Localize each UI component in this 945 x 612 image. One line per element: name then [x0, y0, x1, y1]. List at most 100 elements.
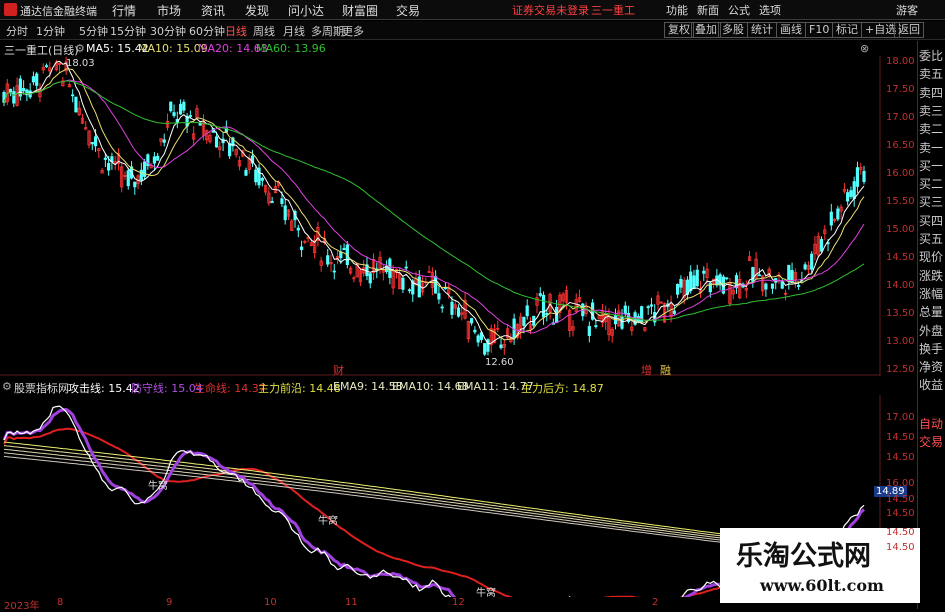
- close-chart-icon[interactable]: ⊗: [860, 42, 869, 55]
- menu-item-formula[interactable]: 公式: [728, 2, 750, 18]
- candle: [319, 256, 323, 272]
- f10-button[interactable]: F10: [805, 22, 834, 38]
- menu-item-news[interactable]: 资讯: [201, 2, 225, 19]
- side-panel-item: 总量: [919, 305, 944, 320]
- candle: [489, 324, 493, 353]
- candle: [178, 99, 183, 116]
- candle: [427, 265, 431, 274]
- candle: [218, 141, 222, 158]
- x-label-feb: 2: [652, 597, 659, 608]
- candle: [846, 188, 850, 206]
- period-1min[interactable]: 1分钟: [36, 23, 65, 39]
- mark-button[interactable]: 标记: [832, 22, 862, 38]
- price-axis-label: 14.50: [886, 252, 915, 263]
- price-axis-label: 12.50: [886, 364, 915, 375]
- period-more[interactable]: 更多: [342, 23, 364, 39]
- candle: [349, 266, 353, 276]
- price-axis-label: 13.50: [886, 308, 915, 319]
- indicator-settings-icon[interactable]: ⚙: [2, 380, 12, 393]
- settings-icon[interactable]: ⚙: [75, 42, 85, 55]
- candle: [473, 326, 477, 335]
- candle: [263, 184, 268, 196]
- candle: [273, 180, 278, 194]
- candle: [116, 148, 121, 171]
- menu-item-quotes[interactable]: 行情: [112, 2, 136, 19]
- candle: [849, 186, 853, 199]
- finance-mark[interactable]: 财: [333, 362, 344, 378]
- candle: [152, 152, 157, 171]
- candle: [842, 183, 846, 194]
- menu-item-market[interactable]: 市场: [157, 2, 181, 19]
- period-multi[interactable]: 多周期: [311, 23, 344, 39]
- candle: [244, 167, 248, 177]
- candle: [453, 301, 457, 315]
- candle: [676, 283, 680, 299]
- candlestick-chart[interactable]: [0, 56, 915, 376]
- candle: [420, 276, 425, 296]
- period-weekly[interactable]: 周线: [253, 23, 275, 39]
- menu-item-layout[interactable]: 新面: [697, 2, 719, 18]
- margin-mark[interactable]: 融: [660, 362, 671, 378]
- menu-item-function[interactable]: 功能: [666, 2, 688, 18]
- draw-button[interactable]: 画线: [776, 22, 806, 38]
- candle: [335, 250, 340, 265]
- candle: [267, 186, 271, 206]
- candle: [228, 138, 232, 159]
- back-button[interactable]: 返回: [894, 22, 924, 38]
- side-panel-item: 自动: [919, 416, 944, 431]
- candle: [852, 176, 856, 207]
- candle: [136, 174, 140, 190]
- login-status[interactable]: 证券交易未登录: [512, 2, 589, 18]
- candle: [803, 261, 807, 271]
- candle: [679, 275, 683, 294]
- candle: [829, 203, 833, 231]
- user-label[interactable]: 游客: [896, 2, 918, 18]
- indicator-axis-label: 17.00: [886, 412, 915, 423]
- candle: [290, 218, 294, 231]
- candle: [250, 149, 255, 167]
- candle: [38, 82, 42, 103]
- increase-mark[interactable]: 增: [641, 362, 652, 378]
- candle: [816, 232, 820, 259]
- candle: [31, 71, 36, 86]
- candle: [84, 120, 88, 131]
- period-15min[interactable]: 15分钟: [110, 23, 146, 39]
- period-60min[interactable]: 60分钟: [189, 23, 225, 39]
- period-timeshare[interactable]: 分时: [6, 23, 28, 39]
- candle: [57, 61, 62, 73]
- menu-item-discover[interactable]: 发现: [245, 2, 269, 19]
- x-label-sep: 9: [166, 597, 173, 608]
- side-panel-item: 买三: [919, 195, 944, 210]
- side-panel-item: 买五: [919, 232, 944, 246]
- period-daily[interactable]: 日线: [225, 23, 247, 39]
- candle: [368, 272, 372, 289]
- candle: [326, 248, 330, 268]
- candle: [15, 77, 19, 107]
- quote-side-panel: 委比 卖五 卖四 卖三 卖二 卖一 买一 买二 买三 买四 买五 现价 涨跌 涨幅 总量 外盘 换手 净资 收益 自动…: [917, 41, 945, 609]
- candle: [162, 133, 166, 147]
- candle: [541, 291, 546, 325]
- candle: [44, 63, 49, 68]
- indicator-axis-label: 14.50: [886, 452, 915, 463]
- menu-item-trade[interactable]: 交易: [396, 2, 420, 19]
- period-monthly[interactable]: 月线: [283, 23, 305, 39]
- menu-item-ask[interactable]: 问小达: [288, 2, 324, 19]
- candle: [734, 272, 739, 294]
- menu-item-wealth[interactable]: 财富圈: [342, 2, 378, 19]
- multi-stock-button[interactable]: 多股: [718, 22, 748, 38]
- candle: [499, 337, 503, 350]
- ma-info-bar: 三一重工(日线) ⚙ MA5: 15.42 MA10: 15.09 MA20: …: [0, 41, 880, 57]
- period-5min[interactable]: 5分钟: [79, 23, 108, 39]
- candle: [519, 312, 523, 339]
- stats-button[interactable]: 统计: [747, 22, 777, 38]
- overlay-button[interactable]: 叠加: [691, 22, 721, 38]
- candle: [35, 72, 39, 90]
- indicator-axis-label: 14.50: [886, 432, 915, 443]
- x-label-nov: 11: [345, 597, 358, 608]
- candle: [486, 338, 490, 356]
- adjust-button[interactable]: 复权: [664, 22, 694, 38]
- period-30min[interactable]: 30分钟: [150, 23, 186, 39]
- menu-item-options[interactable]: 选项: [759, 2, 781, 18]
- candle: [777, 272, 781, 285]
- candle: [525, 299, 529, 320]
